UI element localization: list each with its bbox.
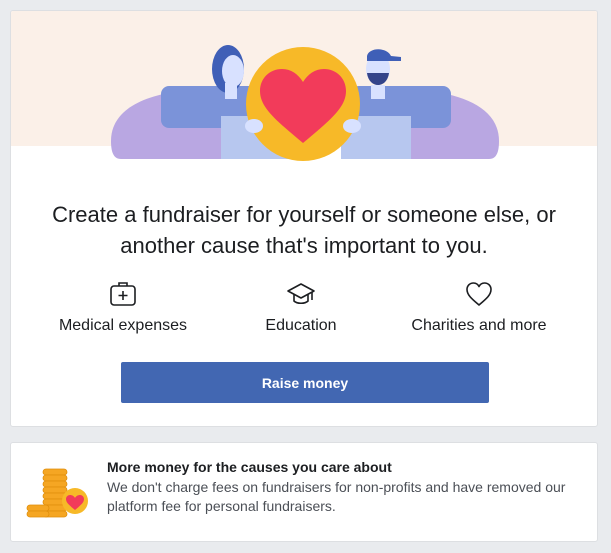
cause-medical-expenses: Medical expenses — [33, 279, 213, 335]
heart-outline-icon — [466, 282, 492, 306]
cause-charities: Charities and more — [389, 279, 569, 335]
fundraiser-card: Create a fundraiser for yourself or some… — [10, 10, 598, 427]
cause-education: Education — [211, 279, 391, 335]
headline-line-2: another cause that's important to you. — [120, 233, 488, 258]
cause-options: Medical expenses Education Charities and… — [11, 279, 597, 339]
info-card: More money for the causes you care about… — [10, 442, 598, 542]
headline: Create a fundraiser for yourself or some… — [11, 199, 597, 261]
headline-line-1: Create a fundraiser for yourself or some… — [52, 202, 556, 227]
cause-label: Education — [265, 317, 337, 334]
hero-illustration — [11, 11, 597, 161]
cause-label: Charities and more — [411, 317, 547, 334]
info-title: More money for the causes you care about — [107, 459, 392, 475]
medical-kit-icon — [110, 282, 136, 306]
cause-label: Medical expenses — [58, 317, 188, 334]
info-text: We don't charge fees on fundraisers for … — [107, 479, 566, 514]
raise-money-button[interactable]: Raise money — [121, 362, 489, 403]
coins-heart-icon — [26, 468, 88, 518]
graduation-cap-icon — [287, 283, 315, 305]
